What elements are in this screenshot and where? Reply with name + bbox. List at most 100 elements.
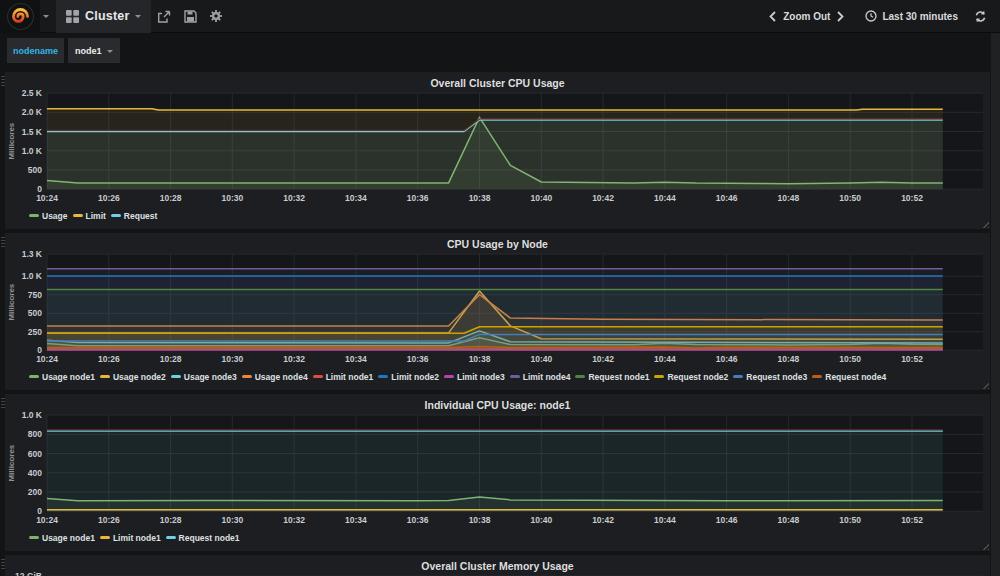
svg-text:10:52: 10:52 — [901, 515, 923, 525]
x-axis-labels: 10:2410:2610:2810:3010:3210:3410:3610:38… — [36, 354, 923, 364]
chevron-left-icon — [768, 11, 777, 22]
svg-text:10:40: 10:40 — [530, 515, 552, 525]
y-axis-title: Millicores — [7, 444, 16, 481]
scrollbar-track[interactable] — [991, 33, 1000, 576]
legend-item-limit-node1[interactable]: Limit node1 — [100, 533, 161, 543]
chart-legend: Usage Limit Request — [29, 211, 157, 221]
save-button[interactable] — [177, 0, 203, 33]
panel-title[interactable]: Overall Cluster Memory Usage — [5, 555, 990, 572]
legend-item-request[interactable]: Request — [111, 211, 158, 221]
navbar: Cluster — [0, 0, 1000, 33]
legend-item-usage-node1[interactable]: Usage node1 — [29, 533, 95, 543]
refresh-button[interactable] — [974, 10, 987, 23]
svg-text:10:38: 10:38 — [469, 193, 491, 203]
legend-item-request-node1[interactable]: Request node1 — [575, 372, 649, 382]
legend-item-limit-node2[interactable]: Limit node2 — [378, 372, 439, 382]
svg-text:10:26: 10:26 — [98, 515, 120, 525]
legend-item-usage-node3[interactable]: Usage node3 — [171, 372, 237, 382]
share-button[interactable] — [151, 0, 177, 33]
svg-text:10:42: 10:42 — [592, 515, 614, 525]
svg-text:10:30: 10:30 — [221, 354, 243, 364]
panel-overall-cluster-memory-usage: Overall Cluster Memory Usage 12 GiB — [5, 555, 990, 576]
grid-icon — [66, 10, 79, 23]
svg-text:10:28: 10:28 — [160, 193, 182, 203]
grafana-dashboard: Cluster — [0, 0, 1000, 576]
x-axis-labels: 10:2410:2610:2810:3010:3210:3410:3610:38… — [36, 193, 923, 203]
legend-item-limit-node1[interactable]: Limit node1 — [313, 372, 374, 382]
panel-title[interactable]: Individual CPU Usage: node1 — [5, 394, 990, 411]
y-axis-labels: 05001.0 K1.5 K2.0 K2.5 K — [22, 88, 43, 194]
y-axis-labels: 02004006008001.0 K — [22, 410, 43, 516]
panel-individual-cpu-usage-node1: Individual CPU Usage: node1 020040060080… — [5, 394, 990, 551]
legend-item-usage[interactable]: Usage — [29, 211, 68, 221]
svg-text:10:34: 10:34 — [345, 515, 367, 525]
grafana-logo — [7, 3, 34, 30]
chart-legend: Usage node1 Limit node1 Request node1 — [29, 533, 240, 543]
svg-text:10:44: 10:44 — [654, 354, 676, 364]
chevron-down-icon — [107, 50, 113, 56]
panel-overall-cluster-cpu-usage: Overall Cluster CPU Usage 05001.0 K1.5 K… — [5, 72, 990, 229]
zoom-out-button[interactable]: Zoom Out — [777, 11, 836, 22]
svg-text:600: 600 — [28, 449, 42, 459]
variable-value-dropdown[interactable]: node1 — [68, 38, 120, 63]
dashboard-panels: Overall Cluster CPU Usage 05001.0 K1.5 K… — [0, 68, 1000, 576]
svg-text:10:32: 10:32 — [283, 354, 305, 364]
svg-text:500: 500 — [28, 165, 42, 175]
legend-item-limit[interactable]: Limit — [73, 211, 106, 221]
dashboard-picker[interactable]: Cluster — [56, 0, 151, 33]
svg-text:1.0 K: 1.0 K — [22, 146, 43, 156]
panel-title[interactable]: CPU Usage by Node — [5, 233, 990, 250]
series-request-node4 — [47, 346, 943, 350]
gear-icon — [209, 9, 223, 23]
svg-text:10:32: 10:32 — [283, 193, 305, 203]
svg-text:10:50: 10:50 — [839, 193, 861, 203]
variables-submenu: nodename node1 — [0, 33, 1000, 68]
chart-canvas: 02004006008001.0 K10:2410:2610:2810:3010… — [5, 394, 990, 551]
settings-button[interactable] — [203, 0, 229, 33]
svg-text:10:48: 10:48 — [778, 193, 800, 203]
svg-text:10:34: 10:34 — [345, 193, 367, 203]
svg-text:10:46: 10:46 — [716, 193, 738, 203]
panel-title[interactable]: Overall Cluster CPU Usage — [5, 72, 990, 89]
chart-canvas: 05001.0 K1.5 K2.0 K2.5 K10:2410:2610:281… — [5, 72, 990, 229]
share-icon — [157, 10, 171, 23]
svg-text:10:38: 10:38 — [469, 515, 491, 525]
svg-text:10:34: 10:34 — [345, 354, 367, 364]
svg-text:500: 500 — [28, 308, 42, 318]
x-axis-labels: 10:2410:2610:2810:3010:3210:3410:3610:38… — [36, 515, 923, 525]
legend-item-request-node2[interactable]: Request node2 — [654, 372, 728, 382]
svg-text:10:30: 10:30 — [221, 193, 243, 203]
svg-text:10:24: 10:24 — [36, 354, 58, 364]
time-forward-button[interactable] — [836, 11, 845, 22]
svg-text:10:46: 10:46 — [716, 354, 738, 364]
y-axis-title: Millicores — [7, 122, 16, 159]
svg-text:2.5 K: 2.5 K — [22, 88, 43, 98]
legend-item-request-node4[interactable]: Request node4 — [812, 372, 886, 382]
legend-item-request-node1[interactable]: Request node1 — [166, 533, 240, 543]
dashboard-title: Cluster — [85, 9, 129, 23]
time-range-picker[interactable]: Last 30 minutes — [865, 10, 958, 22]
legend-item-request-node3[interactable]: Request node3 — [733, 372, 807, 382]
svg-text:10:32: 10:32 — [283, 515, 305, 525]
svg-text:800: 800 — [28, 429, 42, 439]
chart-legend: Usage node1 Usage node2 Usage node3 Usage n… — [29, 372, 886, 382]
legend-item-usage-node4[interactable]: Usage node4 — [242, 372, 308, 382]
svg-text:10:46: 10:46 — [716, 515, 738, 525]
legend-item-limit-node4[interactable]: Limit node4 — [510, 372, 571, 382]
svg-text:10:50: 10:50 — [839, 354, 861, 364]
svg-text:10:42: 10:42 — [592, 354, 614, 364]
legend-item-usage-node2[interactable]: Usage node2 — [100, 372, 166, 382]
svg-text:10:24: 10:24 — [36, 193, 58, 203]
svg-text:10:48: 10:48 — [778, 354, 800, 364]
svg-text:10:38: 10:38 — [469, 354, 491, 364]
svg-text:10:48: 10:48 — [778, 515, 800, 525]
time-back-button[interactable] — [768, 11, 777, 22]
time-range-label: Last 30 minutes — [882, 11, 958, 22]
legend-item-limit-node3[interactable]: Limit node3 — [444, 372, 505, 382]
legend-item-usage-node1[interactable]: Usage node1 — [29, 372, 95, 382]
grafana-logo-button[interactable] — [0, 0, 40, 33]
svg-text:400: 400 — [28, 468, 42, 478]
variable-value: node1 — [75, 46, 102, 56]
logo-dropdown-caret-icon[interactable] — [43, 15, 49, 21]
series-request-node1 — [47, 431, 943, 511]
